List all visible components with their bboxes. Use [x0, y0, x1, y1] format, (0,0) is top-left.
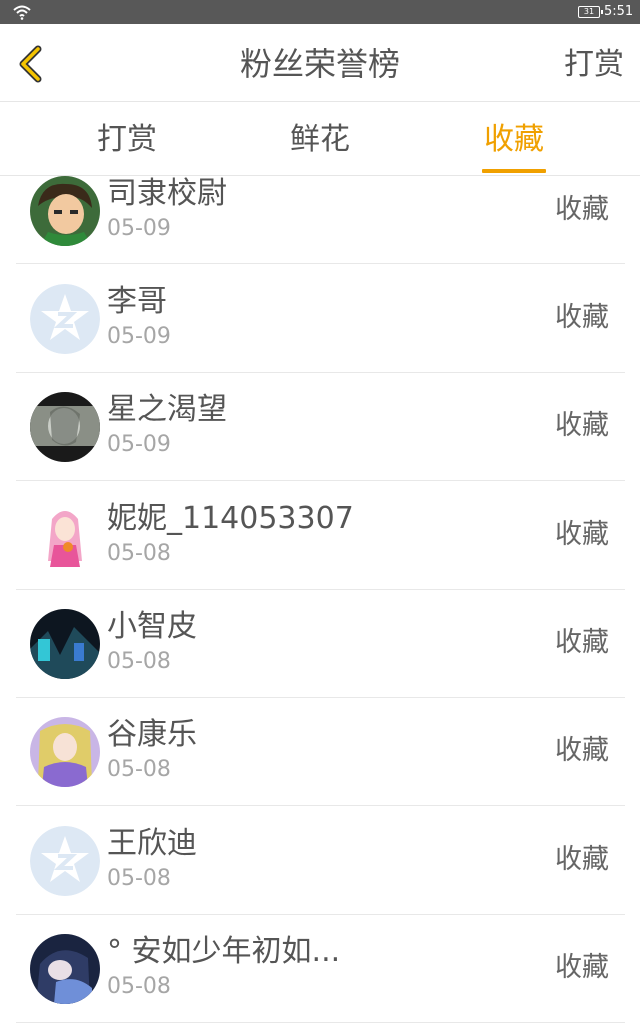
avatar[interactable] [30, 934, 100, 1004]
fan-action-label: 收藏 [555, 952, 609, 983]
list-item[interactable]: 小智皮 05-08 收藏 [16, 590, 625, 698]
avatar-gray-artwork [30, 392, 100, 462]
tab-reward[interactable]: 打赏 [57, 120, 197, 160]
avatar[interactable] [30, 826, 100, 896]
avatar-anime-purple [30, 717, 100, 787]
fan-date: 05-08 [107, 541, 171, 566]
list-item[interactable]: 司隶校尉 05-09 收藏 [16, 176, 625, 264]
avatar[interactable] [30, 284, 100, 354]
fan-name: 谷康乐 [107, 717, 197, 752]
nav-bar: 粉丝荣誉榜 打赏 [0, 24, 640, 102]
fan-action-label: 收藏 [555, 627, 609, 658]
fan-action-label: 收藏 [555, 735, 609, 766]
fan-date: 05-08 [107, 866, 171, 891]
fan-name: 李哥 [107, 284, 167, 319]
avatar[interactable] [30, 392, 100, 462]
avatar-blue-portrait [30, 934, 100, 1004]
avatar[interactable] [30, 501, 100, 571]
fan-name: 小智皮 [107, 609, 197, 644]
list-item[interactable]: 李哥 05-09 收藏 [16, 265, 625, 373]
active-tab-indicator [482, 169, 546, 173]
fan-name: 星之渴望 [107, 392, 227, 427]
fan-name: ° 安如少年初如... [107, 934, 341, 969]
avatar-cartoon-hero [30, 176, 100, 246]
tab-flowers[interactable]: 鲜花 [250, 120, 390, 160]
reward-button[interactable]: 打赏 [564, 46, 624, 84]
avatar-anime-girl-pink [30, 501, 100, 571]
avatar[interactable] [30, 609, 100, 679]
fan-action-label: 收藏 [555, 302, 609, 333]
fan-date: 05-08 [107, 649, 171, 674]
list-item[interactable]: 星之渴望 05-09 收藏 [16, 373, 625, 481]
avatar[interactable] [30, 176, 100, 246]
fan-name: 司隶校尉 [107, 176, 227, 211]
list-item[interactable]: 妮妮_114053307 05-08 收藏 [16, 482, 625, 590]
list-item[interactable]: ° 安如少年初如... 05-08 收藏 [16, 915, 625, 1023]
avatar-dark-game-art [30, 609, 100, 679]
fan-date: 05-09 [107, 432, 171, 457]
avatar-default-star [30, 826, 100, 896]
fan-action-label: 收藏 [555, 519, 609, 550]
tab-bar: 打赏 鲜花 收藏 [0, 102, 640, 176]
wifi-icon [13, 5, 31, 20]
battery-icon: 31 [578, 6, 603, 18]
fan-action-label: 收藏 [555, 410, 609, 441]
avatar[interactable] [30, 717, 100, 787]
list-item[interactable]: 王欣迪 05-08 收藏 [16, 807, 625, 915]
status-bar: 31 5:51 [0, 0, 640, 24]
fan-name: 妮妮_114053307 [107, 501, 354, 536]
tab-favorites[interactable]: 收藏 [444, 120, 584, 160]
avatar-default-star [30, 284, 100, 354]
fan-date: 05-08 [107, 974, 171, 999]
list-item[interactable]: 谷康乐 05-08 收藏 [16, 698, 625, 806]
fan-action-label: 收藏 [555, 844, 609, 875]
fan-date: 05-08 [107, 757, 171, 782]
page-title: 粉丝荣誉榜 [239, 45, 400, 83]
fan-list[interactable]: 司隶校尉 05-09 收藏 李哥 05-09 收藏 星之渴望 05-09 收藏 [0, 176, 640, 1024]
status-time: 5:51 [604, 4, 634, 19]
fan-action-label: 收藏 [555, 194, 609, 225]
fan-date: 05-09 [107, 324, 171, 349]
fan-date: 05-09 [107, 216, 171, 241]
fan-name: 王欣迪 [107, 826, 197, 861]
